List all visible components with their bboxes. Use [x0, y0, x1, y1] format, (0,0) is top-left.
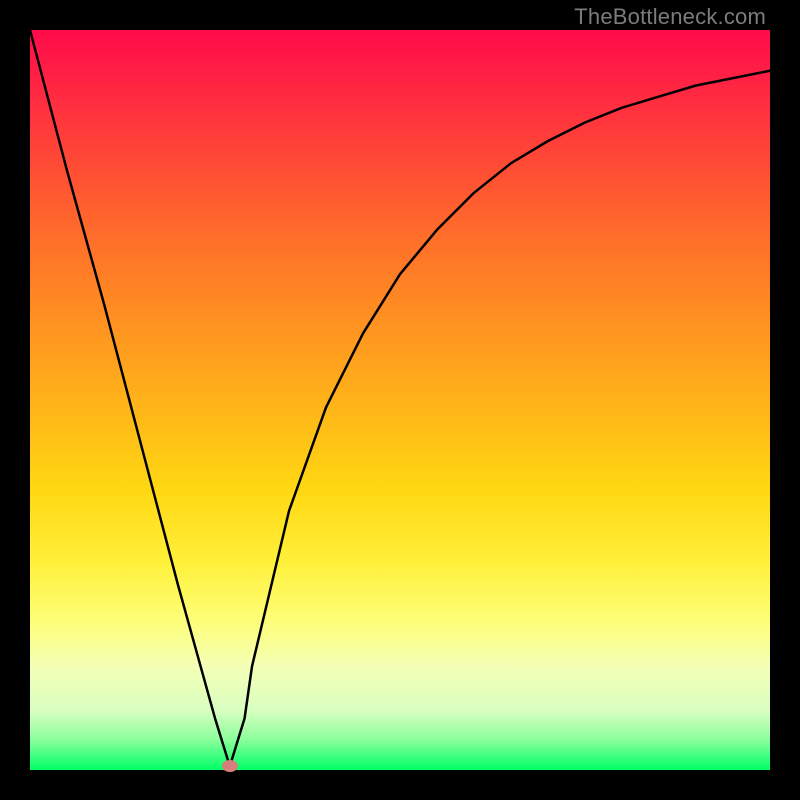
- chart-frame: TheBottleneck.com: [0, 0, 800, 800]
- watermark-text: TheBottleneck.com: [574, 4, 766, 30]
- plot-area: [30, 30, 770, 770]
- bottleneck-curve: [30, 30, 770, 766]
- curve-svg: [30, 30, 770, 770]
- minimum-marker: [222, 760, 238, 772]
